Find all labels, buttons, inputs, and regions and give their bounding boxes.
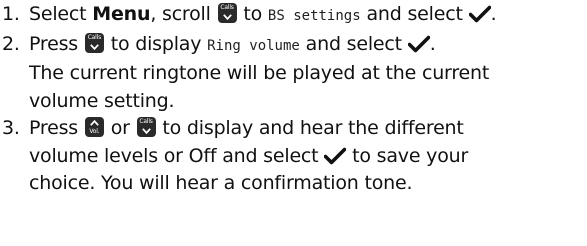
key-label: Calls <box>87 33 102 41</box>
menu-label: Menu <box>92 3 151 25</box>
step-number: 3. <box>2 117 20 139</box>
step-text: volume setting. <box>29 89 175 112</box>
chevron-up-icon <box>89 120 99 126</box>
step-text: and select <box>299 32 408 55</box>
step-text: and select <box>360 3 469 25</box>
step-text: , scroll <box>150 3 217 25</box>
step-text: Press <box>29 117 84 139</box>
calls-down-key-icon: Calls <box>84 32 104 53</box>
step-text: to display <box>104 32 208 55</box>
chevron-down-icon <box>141 128 151 134</box>
step-text: or <box>104 117 136 139</box>
step-text: to display and hear the different <box>156 117 464 139</box>
checkmark-icon <box>324 147 347 164</box>
step-number: 1. <box>2 3 20 25</box>
calls-down-key-icon: Calls <box>136 117 156 137</box>
lcd-text: BS settings <box>267 8 361 24</box>
checkmark-icon <box>468 5 491 23</box>
chevron-down-icon <box>89 43 99 50</box>
step-2: 2. Press Calls to display Ring volume an… <box>2 31 587 116</box>
step-text: The current ringtone will be played at t… <box>29 62 490 84</box>
checkmark-icon <box>407 35 430 52</box>
key-label: Vol. <box>89 128 100 135</box>
key-label: Calls <box>139 118 153 125</box>
step-text: volume levels or Off and select <box>29 144 325 167</box>
step-text: to <box>237 3 268 25</box>
step-1: 1. Select Menu, scroll Calls to BS setti… <box>2 1 587 31</box>
step-text: choice. You will hear a confirmation ton… <box>29 172 413 194</box>
vol-up-key-icon: Vol. <box>84 117 104 137</box>
step-text: . <box>429 32 436 55</box>
key-label: Calls <box>220 4 234 11</box>
chevron-down-icon <box>222 14 232 20</box>
calls-down-key-icon: Calls <box>217 3 237 23</box>
step-text: Press <box>29 32 84 55</box>
instruction-steps: 1. Select Menu, scroll Calls to BS setti… <box>2 1 587 198</box>
step-3: 3. Press Vol. or Calls to display and he… <box>2 115 587 198</box>
step-text: Select <box>29 3 93 25</box>
step-line: volume levels or Off and select to save … <box>29 143 587 171</box>
step-text: to save your <box>346 144 469 167</box>
step-number: 2. <box>2 32 20 55</box>
lcd-text: Ring volume <box>207 37 300 54</box>
